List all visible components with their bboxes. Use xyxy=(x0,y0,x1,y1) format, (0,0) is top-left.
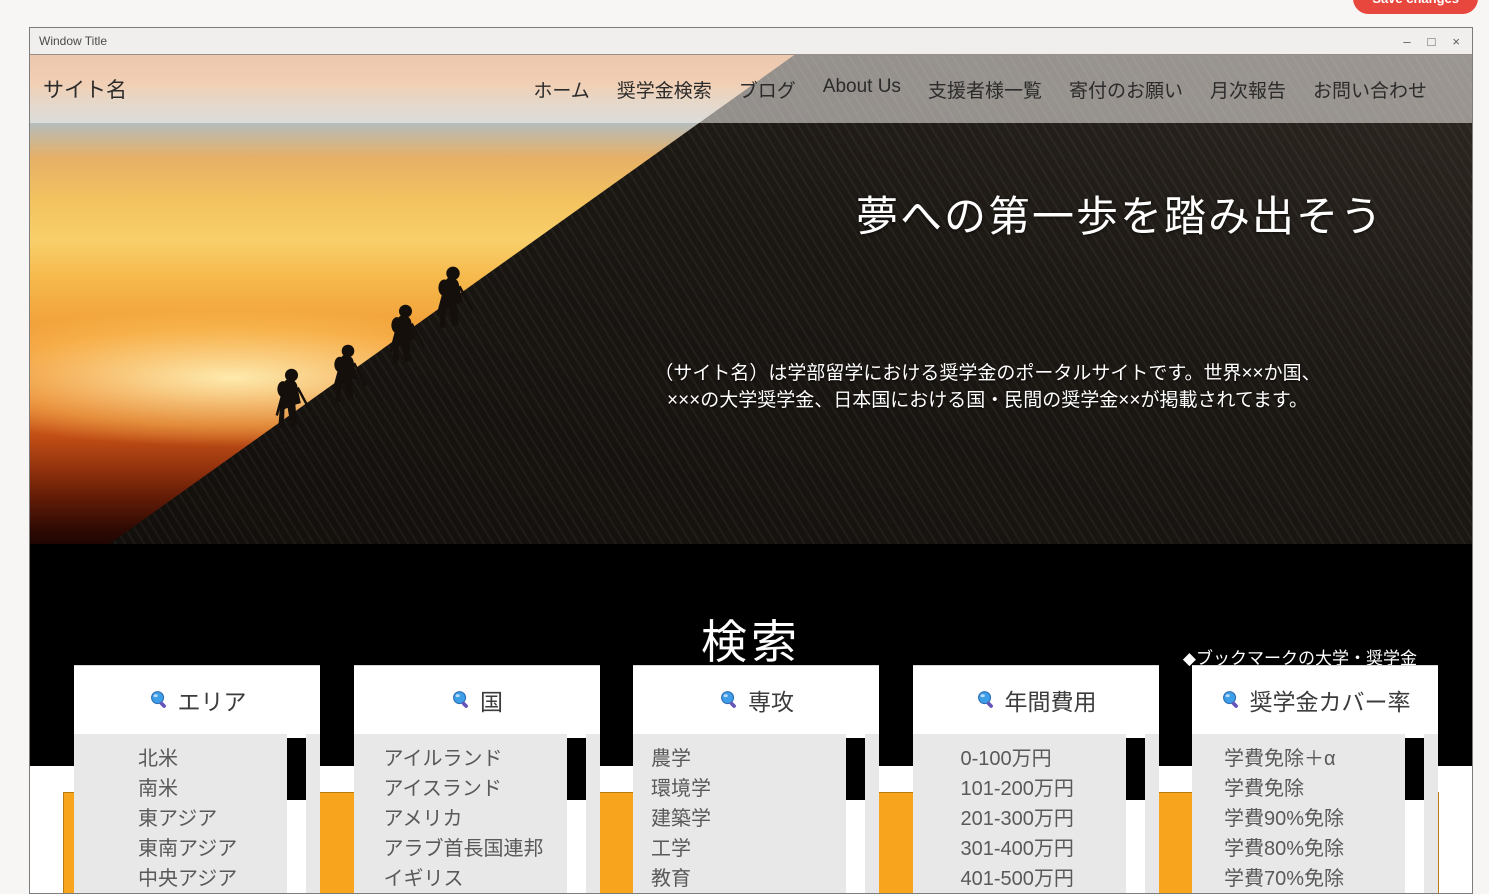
window-title: Window Title xyxy=(39,34,107,48)
filter-column-header[interactable]: 専攻 xyxy=(633,665,879,734)
filter-list: 農学環境学建築学工学教育文学 xyxy=(633,734,879,893)
nav-item[interactable]: 寄付のお願い xyxy=(1069,76,1183,103)
filter-column-label: 年間費用 xyxy=(1005,683,1097,717)
filter-column-header[interactable]: 国 xyxy=(354,665,600,734)
list-item[interactable]: 農学 xyxy=(651,744,879,774)
scrollbar-track xyxy=(1126,734,1145,893)
filter-list: 北米南米東アジア東南アジア中央アジア中東 xyxy=(74,734,320,893)
filter-column-label: 専攻 xyxy=(748,683,794,717)
hero-description-line2: ×××の大学奨学金、日本国における国・民間の奨学金××が掲載されてます。 xyxy=(565,387,1410,414)
page-content: 夢への第一歩を踏み出そう （サイト名）は学部留学における奨学金のポータルサイトで… xyxy=(30,55,1472,893)
filter-column-label: 奨学金カバー率 xyxy=(1250,683,1411,717)
list-item[interactable]: 工学 xyxy=(651,834,879,864)
hero-image: 夢への第一歩を踏み出そう （サイト名）は学部留学における奨学金のポータルサイトで… xyxy=(30,55,1472,544)
filter-column: エリア 北米南米東アジア東南アジア中央アジア中東 xyxy=(74,665,320,893)
nav-menu: ホーム 奨学金検索ブログ About Us 支援者様一覧寄付のお願い月次報告お問い合わ… xyxy=(533,76,1427,103)
list-item[interactable]: 環境学 xyxy=(651,774,879,804)
site-name[interactable]: サイト名 xyxy=(43,74,127,104)
navbar: サイト名 ホーム 奨学金検索ブログ About Us 支援者様一覧寄付のお願い月次報告… xyxy=(30,55,1472,123)
minimize-icon[interactable]: – xyxy=(1403,35,1410,48)
scrollbar-track xyxy=(1405,734,1424,893)
scrollbar-track xyxy=(846,734,865,893)
nav-item[interactable]: ホーム xyxy=(533,76,589,103)
filter-column-label: エリア xyxy=(178,683,247,717)
filter-list: 学費免除＋α学費免除学費90%免除学費80%免除学費70%免除学費60%免除 xyxy=(1192,734,1438,893)
filter-column-label: 国 xyxy=(480,683,503,717)
filter-column: 国 アイルランドアイスランドアメリカアラブ首長国連邦イギリスイタリア xyxy=(354,665,600,893)
filter-column: 専攻 農学環境学建築学工学教育文学 xyxy=(633,665,879,893)
app-window: Window Title – □ × xyxy=(29,27,1473,894)
filter-list: 0-100万円101-200万円201-300万円301-400万円401-50… xyxy=(913,734,1159,893)
filter-column: 年間費用 0-100万円101-200万円201-300万円301-400万円4… xyxy=(913,665,1159,893)
search-icon xyxy=(148,689,171,712)
search-icon xyxy=(718,689,741,712)
filter-column-header[interactable]: 奨学金カバー率 xyxy=(1192,665,1438,734)
filter-list: アイルランドアイスランドアメリカアラブ首長国連邦イギリスイタリア xyxy=(354,734,600,893)
scrollbar-thumb[interactable] xyxy=(287,738,306,800)
nav-item[interactable]: 奨学金検索 xyxy=(617,76,712,103)
close-icon[interactable]: × xyxy=(1452,35,1460,48)
list-item[interactable]: 教育 xyxy=(651,864,879,893)
filter-column: 奨学金カバー率 学費免除＋α学費免除学費90%免除学費80%免除学費70%免除学… xyxy=(1192,665,1438,893)
hero-description-line1: （サイト名）は学部留学における奨学金のポータルサイトです。世界××か国、 xyxy=(565,360,1410,387)
list-item[interactable]: 建築学 xyxy=(651,804,879,834)
search-columns: エリア 北米南米東アジア東南アジア中央アジア中東 国 アイルランドアイスランドア… xyxy=(74,665,1438,893)
hero-headline: 夢への第一歩を踏み出そう xyxy=(820,183,1420,244)
scrollbar-thumb[interactable] xyxy=(846,738,865,800)
maximize-icon[interactable]: □ xyxy=(1428,35,1436,48)
filter-column-header[interactable]: エリア xyxy=(74,665,320,734)
hero-description: （サイト名）は学部留学における奨学金のポータルサイトです。世界××か国、 ×××… xyxy=(565,360,1410,414)
nav-item[interactable]: 支援者様一覧 xyxy=(928,76,1042,103)
nav-item[interactable]: About Us xyxy=(823,76,901,103)
nav-item[interactable]: 月次報告 xyxy=(1210,76,1286,103)
scrollbar-track xyxy=(567,734,586,893)
nav-item[interactable]: ブログ xyxy=(739,76,796,103)
filter-column-header[interactable]: 年間費用 xyxy=(913,665,1159,734)
scrollbar-thumb[interactable] xyxy=(1405,738,1424,800)
nav-item[interactable]: お問い合わせ xyxy=(1313,76,1427,103)
scrollbar-thumb[interactable] xyxy=(1126,738,1145,800)
scrollbar-track xyxy=(287,734,306,893)
search-icon xyxy=(1220,689,1243,712)
scrollbar-thumb[interactable] xyxy=(567,738,586,800)
save-changes-button[interactable]: Save changes xyxy=(1353,0,1478,14)
search-icon xyxy=(975,689,998,712)
search-icon xyxy=(450,689,473,712)
window-titlebar: Window Title – □ × xyxy=(30,28,1472,55)
